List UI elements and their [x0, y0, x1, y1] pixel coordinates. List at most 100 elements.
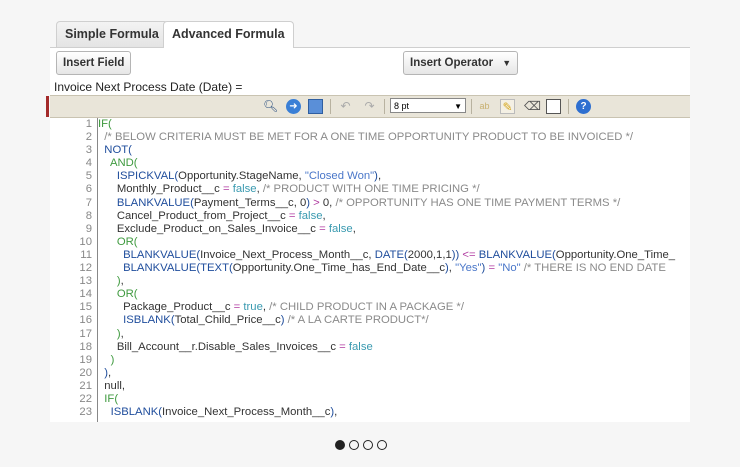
code-token: Exclude_Product_on_Sales_Invoice__c [98, 222, 320, 235]
code-line: 15 Package_Product__c = true, /* CHILD P… [50, 301, 690, 314]
code-token: ISPICKVAL( [116, 170, 179, 183]
insert-field-button[interactable]: Insert Field [56, 51, 132, 75]
code-token: , [352, 222, 356, 235]
word-wrap-icon[interactable] [546, 99, 561, 114]
code-token: "No" [498, 262, 521, 275]
code-lines: 1 IF(2 /* BELOW CRITERIA MUST BE MET FOR … [50, 118, 690, 419]
code-token: = [288, 209, 296, 222]
code-line: 8 Cancel_Product_from_Project__c = false… [50, 210, 690, 223]
code-token: , [120, 327, 124, 340]
pagination-dot[interactable] [363, 440, 373, 450]
code-token: null, [98, 379, 126, 392]
code-token: , [120, 275, 124, 288]
code-line: 11 BLANKVALUE(Invoice_Next_Process_Month… [50, 249, 690, 262]
pagination-dots [335, 440, 387, 450]
code-line: 7 BLANKVALUE(Payment_Terms__c, 0) > 0, /… [50, 197, 690, 210]
code-token: , [377, 170, 382, 183]
code-line: 18 Bill_Account__r.Disable_Sales_Invoice… [50, 341, 690, 354]
font-size-select[interactable]: 8 pt ▼ [390, 98, 466, 113]
spellcheck-icon[interactable]: ab [477, 99, 492, 114]
code-token: ISBLANK( [110, 406, 163, 419]
code-token: 0, [319, 196, 336, 209]
code-token: NOT( [104, 144, 132, 157]
code-token: ) [110, 353, 115, 366]
code-token: AND( [109, 157, 138, 170]
code-line: 17 ), [50, 328, 690, 341]
pagination-dot[interactable] [377, 440, 387, 450]
line-number: 2 [85, 131, 92, 144]
code-token: false [328, 222, 353, 235]
line-number: 22 [79, 392, 92, 405]
tab-advanced-formula[interactable]: Advanced Formula [163, 21, 294, 48]
code-line: 22 IF( [50, 393, 690, 406]
chevron-down-icon: ▼ [454, 102, 462, 111]
line-number: 1 [85, 118, 92, 130]
line-number: 16 [79, 314, 92, 327]
code-token: Cancel_Product_from_Project__c [98, 209, 289, 222]
code-line: 23 ISBLANK(Invoice_Next_Process_Month__c… [50, 406, 690, 419]
code-token: /* PRODUCT WITH ONE TIME PRICING */ [262, 183, 480, 196]
code-line: 10 OR( [50, 236, 690, 249]
formula-field-label: Invoice Next Process Date (Date) = [54, 80, 243, 94]
line-number: 11 [80, 248, 92, 261]
code-token: OR( [116, 235, 138, 248]
code-line: 9 Exclude_Product_on_Sales_Invoice__c = … [50, 223, 690, 236]
line-number: 6 [85, 183, 92, 196]
code-line: 3 NOT( [50, 144, 690, 157]
code-token: BLANKVALUE( [478, 248, 556, 261]
help-icon[interactable]: ? [576, 99, 591, 114]
editor-toolbar: 🔍︎ ➜ ↶ ↷ 8 pt ▼ ab ✎ ⌫ ? [50, 95, 690, 118]
find-icon[interactable]: 🔍︎ [263, 99, 278, 114]
code-line: 1 IF( [50, 118, 690, 131]
code-token: = [339, 340, 346, 353]
code-token: Monthly_Product__c [98, 183, 223, 196]
highlight-syntax-icon[interactable]: ✎ [500, 99, 515, 114]
line-number: 18 [79, 340, 92, 353]
code-line: 19 ) [50, 354, 690, 367]
pagination-dot[interactable] [335, 440, 345, 450]
line-number: 5 [85, 170, 92, 183]
go-to-line-icon[interactable]: ➜ [286, 99, 301, 114]
code-token: Invoice_Next_Process_Month__c [162, 406, 331, 419]
code-line: 5 ISPICKVAL(Opportunity.StageName, "Clos… [50, 170, 690, 183]
insert-operator-label: Insert Operator [410, 57, 494, 69]
code-token: Opportunity.StageName, [178, 170, 305, 183]
font-size-value: 8 pt [394, 101, 410, 111]
line-number: 12 [79, 262, 92, 275]
code-token: /* THERE IS NO END DATE [523, 262, 666, 275]
code-token: false [298, 209, 323, 222]
tab-simple-formula[interactable]: Simple Formula [56, 21, 168, 47]
line-number: 17 [79, 327, 92, 340]
line-number: 23 [79, 406, 92, 419]
pagination-dot[interactable] [349, 440, 359, 450]
code-token: "Closed Won" [304, 170, 375, 183]
required-indicator [46, 96, 49, 117]
undo-icon[interactable]: ↶ [338, 99, 353, 114]
code-token: Payment_Terms__c, 0 [193, 196, 307, 209]
code-token: "Yes" [455, 262, 482, 275]
insert-operator-button[interactable]: Insert Operator ▼ [403, 51, 519, 75]
code-token: BLANKVALUE( [123, 248, 201, 261]
code-token: <= [462, 248, 476, 261]
code-line: 16 ISBLANK(Total_Child_Price__c) /* A LA… [50, 314, 690, 327]
code-token: IF( [104, 392, 119, 405]
code-line: 12 BLANKVALUE(TEXT(Opportunity.One_Time_… [50, 262, 690, 275]
fullscreen-icon[interactable] [308, 99, 323, 114]
code-line: 20 ), [50, 367, 690, 380]
eraser-icon[interactable]: ⌫ [524, 99, 541, 114]
code-token: false [348, 340, 373, 353]
code-token: BLANKVALUE( [116, 196, 194, 209]
code-token: Invoice_Next_Process_Month__c, [200, 248, 375, 261]
redo-icon[interactable]: ↷ [362, 99, 377, 114]
toolbar-divider [330, 99, 331, 114]
line-number: 4 [85, 157, 92, 170]
code-editor[interactable]: 1 IF(2 /* BELOW CRITERIA MUST BE MET FOR … [50, 118, 690, 422]
code-token: true [243, 301, 263, 314]
